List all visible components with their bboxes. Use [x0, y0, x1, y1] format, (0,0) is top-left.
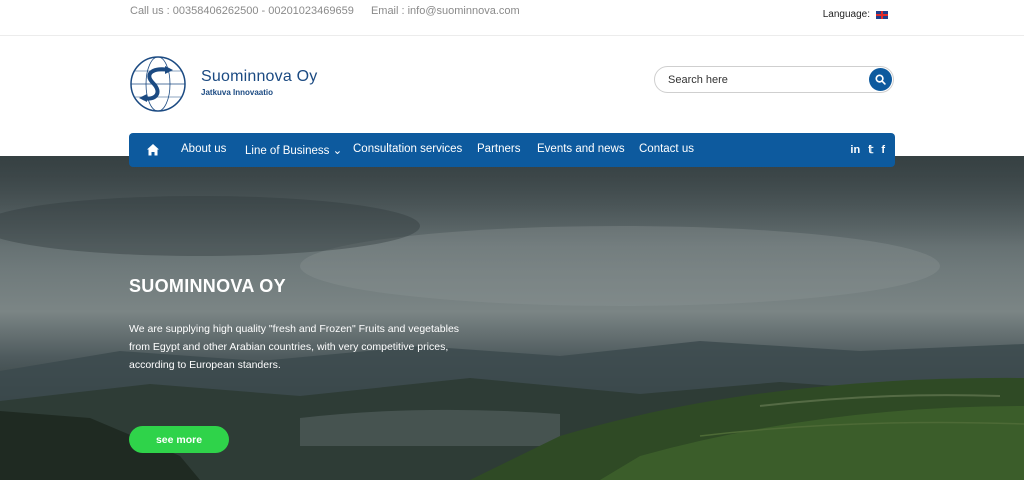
- hero-title: SUOMINNOVA OY: [129, 276, 286, 296]
- linkedin-icon[interactable]: in: [850, 144, 860, 156]
- search-button[interactable]: [869, 68, 892, 91]
- search-input[interactable]: [668, 72, 858, 88]
- email-text[interactable]: Email : info@suominnova.com: [371, 5, 520, 17]
- contact-info: Call us : 00358406262500 - 0020102346965…: [130, 5, 534, 17]
- hero-banner: SUOMINNOVA OY We are supplying high qual…: [0, 156, 1024, 480]
- logo-icon[interactable]: [129, 55, 187, 113]
- nav-about-us[interactable]: About us: [181, 143, 226, 155]
- nav-partners[interactable]: Partners: [477, 143, 520, 155]
- facebook-icon[interactable]: f: [881, 144, 885, 156]
- brand-tagline: Jatkuva Innovaatio: [201, 88, 274, 97]
- phone-text: Call us : 00358406262500 - 0020102346965…: [130, 5, 354, 17]
- language-selector[interactable]: Language:: [823, 9, 888, 20]
- nav-contact-us[interactable]: Contact us: [639, 143, 694, 155]
- social-links: in 𝕥 f: [850, 143, 885, 157]
- brand-name[interactable]: Suominnova Oy: [201, 68, 317, 86]
- search-box: [654, 66, 894, 93]
- nav-events-and-news[interactable]: Events and news: [537, 143, 625, 155]
- language-label: Language:: [822, 9, 870, 20]
- nav-line-of-business[interactable]: Line of Business ⌄: [245, 143, 342, 157]
- nav-consultation-services[interactable]: Consultation services: [353, 143, 462, 155]
- search-icon: [875, 74, 886, 85]
- top-info-bar: Call us : 00358406262500 - 0020102346965…: [0, 0, 1024, 36]
- hero-description: We are supplying high quality "fresh and…: [129, 323, 460, 371]
- uk-flag-icon[interactable]: [876, 10, 888, 19]
- home-icon[interactable]: [146, 143, 160, 157]
- site-header: Suominnova Oy Jatkuva Innovaatio: [0, 37, 1024, 133]
- twitter-icon[interactable]: 𝕥: [868, 143, 873, 156]
- main-nav: About us Line of Business ⌄ Consultation…: [129, 133, 895, 167]
- see-more-button[interactable]: see more: [129, 426, 229, 453]
